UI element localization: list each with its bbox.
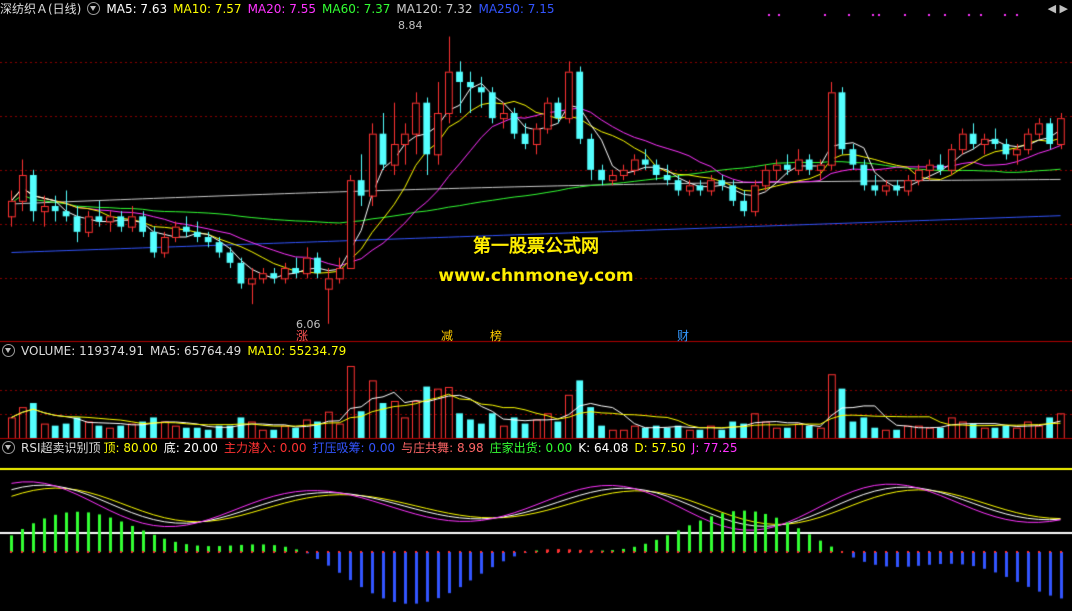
watermark-title: 第一股票公式网 bbox=[473, 236, 599, 257]
rsi-main-entry: 主力潜入: 0.00 bbox=[223, 441, 307, 455]
rsi-dance: 与庄共舞: 8.98 bbox=[401, 441, 484, 455]
signal-bang: 榜 bbox=[490, 329, 503, 343]
panel-nav-arrows-icon[interactable]: ◀ ▶ bbox=[1048, 2, 1068, 15]
stock-chart-canvas[interactable] bbox=[0, 0, 1072, 611]
rsi-panel-header: RSI超卖识别顶 顶: 80.00 底: 20.00 主力潜入: 0.00 打压吸筹: … bbox=[0, 439, 744, 457]
volume-menu-icon[interactable] bbox=[2, 344, 15, 357]
ma-legend-item: MA120: 7.32 bbox=[396, 2, 473, 16]
ma-legend-item: MA10: 7.57 bbox=[173, 2, 242, 16]
ma-legend-item: MA5: 7.63 bbox=[106, 2, 168, 16]
rsi-j: J: 77.25 bbox=[691, 441, 738, 455]
watermark-url: www.chnmoney.com bbox=[438, 266, 634, 286]
price-panel-header: 深纺织Ａ(日线) MA5: 7.63 MA10: 7.57 MA20: 7.55 MA6… bbox=[0, 0, 567, 18]
signal-cai: 财 bbox=[677, 329, 690, 343]
indicator-menu-icon[interactable] bbox=[87, 2, 101, 15]
volume-panel-header: VOLUME: 119374.91 MA5: 65764.49 MA10: 5523… bbox=[0, 342, 352, 360]
high-price-label: 8.84 bbox=[398, 19, 423, 32]
rsi-press: 打压吸筹: 0.00 bbox=[312, 441, 396, 455]
rsi-menu-icon[interactable] bbox=[2, 441, 15, 454]
rsi-title: RSI超卖识别顶 bbox=[21, 441, 101, 455]
volume-ma5: MA5: 65764.49 bbox=[150, 344, 242, 358]
rsi-ship: 庄家出货: 0.00 bbox=[489, 441, 573, 455]
ma-legend-item: MA250: 7.15 bbox=[478, 2, 555, 16]
rsi-k: K: 64.08 bbox=[578, 441, 629, 455]
volume-ma10: MA10: 55234.79 bbox=[247, 344, 347, 358]
rsi-bottom: 底: 20.00 bbox=[163, 441, 218, 455]
rsi-top: 顶: 80.00 bbox=[103, 441, 158, 455]
volume-value: VOLUME: 119374.91 bbox=[21, 344, 144, 358]
ma-legend: MA5: 7.63 MA10: 7.57 MA20: 7.55 MA60: 7.37 M… bbox=[106, 2, 560, 16]
signal-jian: 减 bbox=[441, 329, 454, 343]
rsi-d: D: 57.50 bbox=[634, 441, 686, 455]
stock-name[interactable]: 深纺织Ａ(日线) bbox=[0, 2, 81, 16]
ma-legend-item: MA60: 7.37 bbox=[322, 2, 391, 16]
ma-legend-item: MA20: 7.55 bbox=[247, 2, 316, 16]
